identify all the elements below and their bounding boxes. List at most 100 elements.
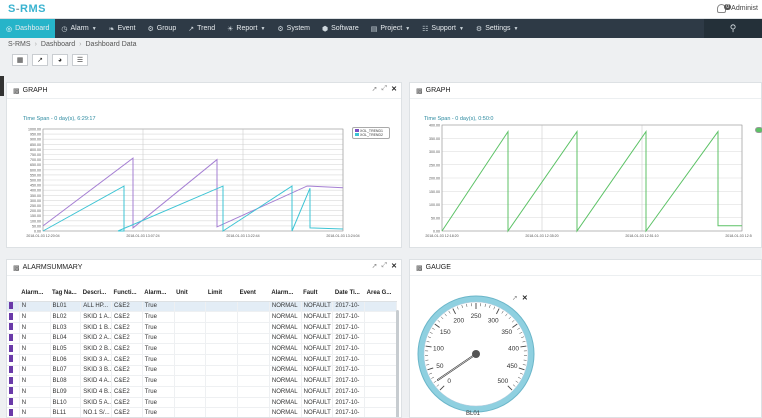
table-header[interactable]: Descri...: [80, 286, 112, 302]
table-cell: C&E2: [111, 333, 143, 345]
breadcrumb-item[interactable]: S-RMS: [8, 41, 31, 48]
gauge-tick-label: 450: [507, 363, 518, 370]
y-tick-label: 0.00: [34, 230, 41, 234]
table-cell: C&E2: [111, 322, 143, 334]
row-marker: [7, 397, 20, 409]
table-cell: 2017-10-: [332, 301, 366, 313]
table-header[interactable]: Event: [237, 286, 270, 302]
nav-item-system[interactable]: ⚙ System: [271, 19, 316, 38]
table-cell: NOFAULT: [301, 397, 334, 409]
table-cell: [364, 365, 397, 377]
chart-legend: [755, 127, 762, 133]
chart-icon[interactable]: ↗: [32, 54, 48, 66]
table-header[interactable]: Fault: [301, 286, 333, 302]
table-row[interactable]: N BL08 SKID 4 A... C&E2 True NORMAL NOFAULT 201…: [7, 375, 397, 387]
close-icon[interactable]: ✕: [391, 85, 397, 93]
table-cell: C&E2: [111, 301, 143, 313]
table-row[interactable]: N BL11 NO.1 S/... C&E2 True NORMAL NOFAULT 2017…: [7, 407, 397, 417]
breadcrumb-item[interactable]: Dashboard: [41, 41, 75, 48]
nav-item-project[interactable]: ▤ Project ▼: [365, 19, 416, 38]
table-header[interactable]: Unit: [174, 286, 206, 302]
table-header[interactable]: Date Ti...: [332, 286, 365, 302]
gauge-tick-label: 150: [440, 329, 451, 336]
table-row[interactable]: N BL06 SKID 3 A... C&E2 True NORMAL NOFAULT 201…: [7, 354, 397, 366]
table-cell: SKID 2 A...: [80, 333, 113, 345]
nav-item-trend[interactable]: ↗ Trend: [182, 19, 221, 38]
gauge-icon[interactable]: ◕: [52, 54, 68, 66]
nav-item-label: System: [286, 25, 311, 32]
table-icon[interactable]: ▦: [12, 54, 28, 66]
y-tick-label: 800.00: [30, 148, 41, 152]
pin-icon[interactable]: ➚: [372, 262, 378, 270]
table-row[interactable]: N BL09 SKID 4 B... C&E2 True NORMAL NOFAULT 201…: [7, 386, 397, 398]
table-cell: NOFAULT: [301, 311, 334, 323]
table-row[interactable]: N BL03 SKID 1 B... C&E2 True NORMAL NOFAULT 201…: [7, 322, 397, 334]
table-cell: [237, 365, 270, 377]
table-header[interactable]: Alarm...: [269, 286, 302, 302]
table-row[interactable]: N BL01 ALL HP... C&E2 True NORMAL NOFAULT 2017-…: [7, 301, 397, 313]
bar-chart-icon: ▩: [13, 87, 20, 95]
x-tick-label: 2018-01-03 12:51:10: [625, 234, 658, 238]
table-cell: C&E2: [111, 386, 143, 398]
table-scrollbar[interactable]: [396, 310, 399, 417]
gauge-tick-label: 500: [497, 378, 508, 385]
report-icon: ☀: [227, 25, 234, 33]
table-header[interactable]: Limit: [205, 286, 238, 302]
nav-item-support[interactable]: ☷ Support ▼: [416, 19, 470, 38]
table-cell: True: [142, 354, 175, 366]
nav-item-dashboard[interactable]: ◎ Dashboard: [0, 19, 56, 38]
expand-icon[interactable]: ⤢: [382, 85, 388, 93]
close-icon[interactable]: ✕: [391, 262, 397, 270]
table-header[interactable]: Alarm...: [142, 286, 175, 302]
table-cell: NORMAL: [269, 354, 302, 366]
nav-item-alarm[interactable]: ◷ Alarm ▼: [55, 19, 102, 38]
user-menu[interactable]: Administ: [731, 5, 758, 12]
table-cell: NOFAULT: [301, 407, 334, 417]
table-row[interactable]: N BL07 SKID 3 B... C&E2 True NORMAL NOFAULT 201…: [7, 365, 397, 377]
table-row[interactable]: N BL05 SKID 2 B... C&E2 True NORMAL NOFAULT 201…: [7, 343, 397, 355]
table-header[interactable]: Alarm...: [19, 286, 51, 302]
table-cell: [174, 333, 207, 345]
table-header[interactable]: Functi...: [111, 286, 143, 302]
row-marker: [7, 386, 20, 398]
table-row[interactable]: N BL02 SKID 1 A... C&E2 True NORMAL NOFAULT 201…: [7, 311, 397, 323]
side-panel-toggle[interactable]: [0, 76, 4, 96]
y-tick-label: 150.00: [30, 214, 41, 218]
table-cell: 2017-10-: [332, 343, 366, 355]
nav-item-settings[interactable]: ⚙ Settings ▼: [470, 19, 525, 38]
table-header[interactable]: Tag Na...: [50, 286, 81, 302]
bar-chart-icon: ▩: [13, 264, 20, 272]
table-cell: C&E2: [111, 365, 143, 377]
table-cell: N: [19, 354, 51, 366]
table-row[interactable]: N BL10 SKID 5 A... C&E2 True NORMAL NOFAULT 201…: [7, 397, 397, 409]
document-icon[interactable]: ☰: [72, 54, 88, 66]
table-cell: [205, 322, 239, 334]
nav-item-event[interactable]: ❧ Event: [103, 19, 142, 38]
y-tick-label: 200.00: [30, 209, 41, 213]
x-tick-label: 2018-01-03 13:07:24: [126, 234, 159, 238]
table-cell: NORMAL: [269, 301, 302, 313]
table-cell: [205, 365, 239, 377]
nav-item-software[interactable]: ⬢ Software: [316, 19, 365, 38]
nav-item-group[interactable]: ⚙ Group: [141, 19, 182, 38]
pin-icon[interactable]: ➚: [372, 85, 378, 93]
alarm-marker-icon: [9, 408, 13, 416]
search-icon[interactable]: ⚲: [704, 19, 762, 38]
breadcrumb: S-RMS › Dashboard › Dashboard Data: [8, 41, 137, 48]
table-cell: 2017-10-: [332, 311, 366, 323]
table-cell: True: [142, 301, 175, 313]
alarm-marker-icon: [9, 323, 13, 331]
table-cell: BL04: [50, 333, 82, 345]
dashboard-icon: ◎: [6, 25, 13, 33]
table-cell: N: [19, 407, 51, 417]
panel-title: GRAPH: [425, 87, 451, 94]
table-cell: [205, 301, 239, 313]
table-cell: N: [19, 386, 51, 398]
expand-icon[interactable]: ⤢: [382, 262, 388, 270]
y-tick-label: 950.00: [30, 133, 41, 137]
table-row[interactable]: N BL04 SKID 2 A... C&E2 True NORMAL NOFAULT 201…: [7, 333, 397, 345]
app-logo[interactable]: S-RMS: [8, 3, 46, 15]
nav-item-report[interactable]: ☀ Report ▼: [221, 19, 271, 38]
y-tick-label: 750.00: [30, 153, 41, 157]
table-header[interactable]: Area G...: [364, 286, 397, 302]
